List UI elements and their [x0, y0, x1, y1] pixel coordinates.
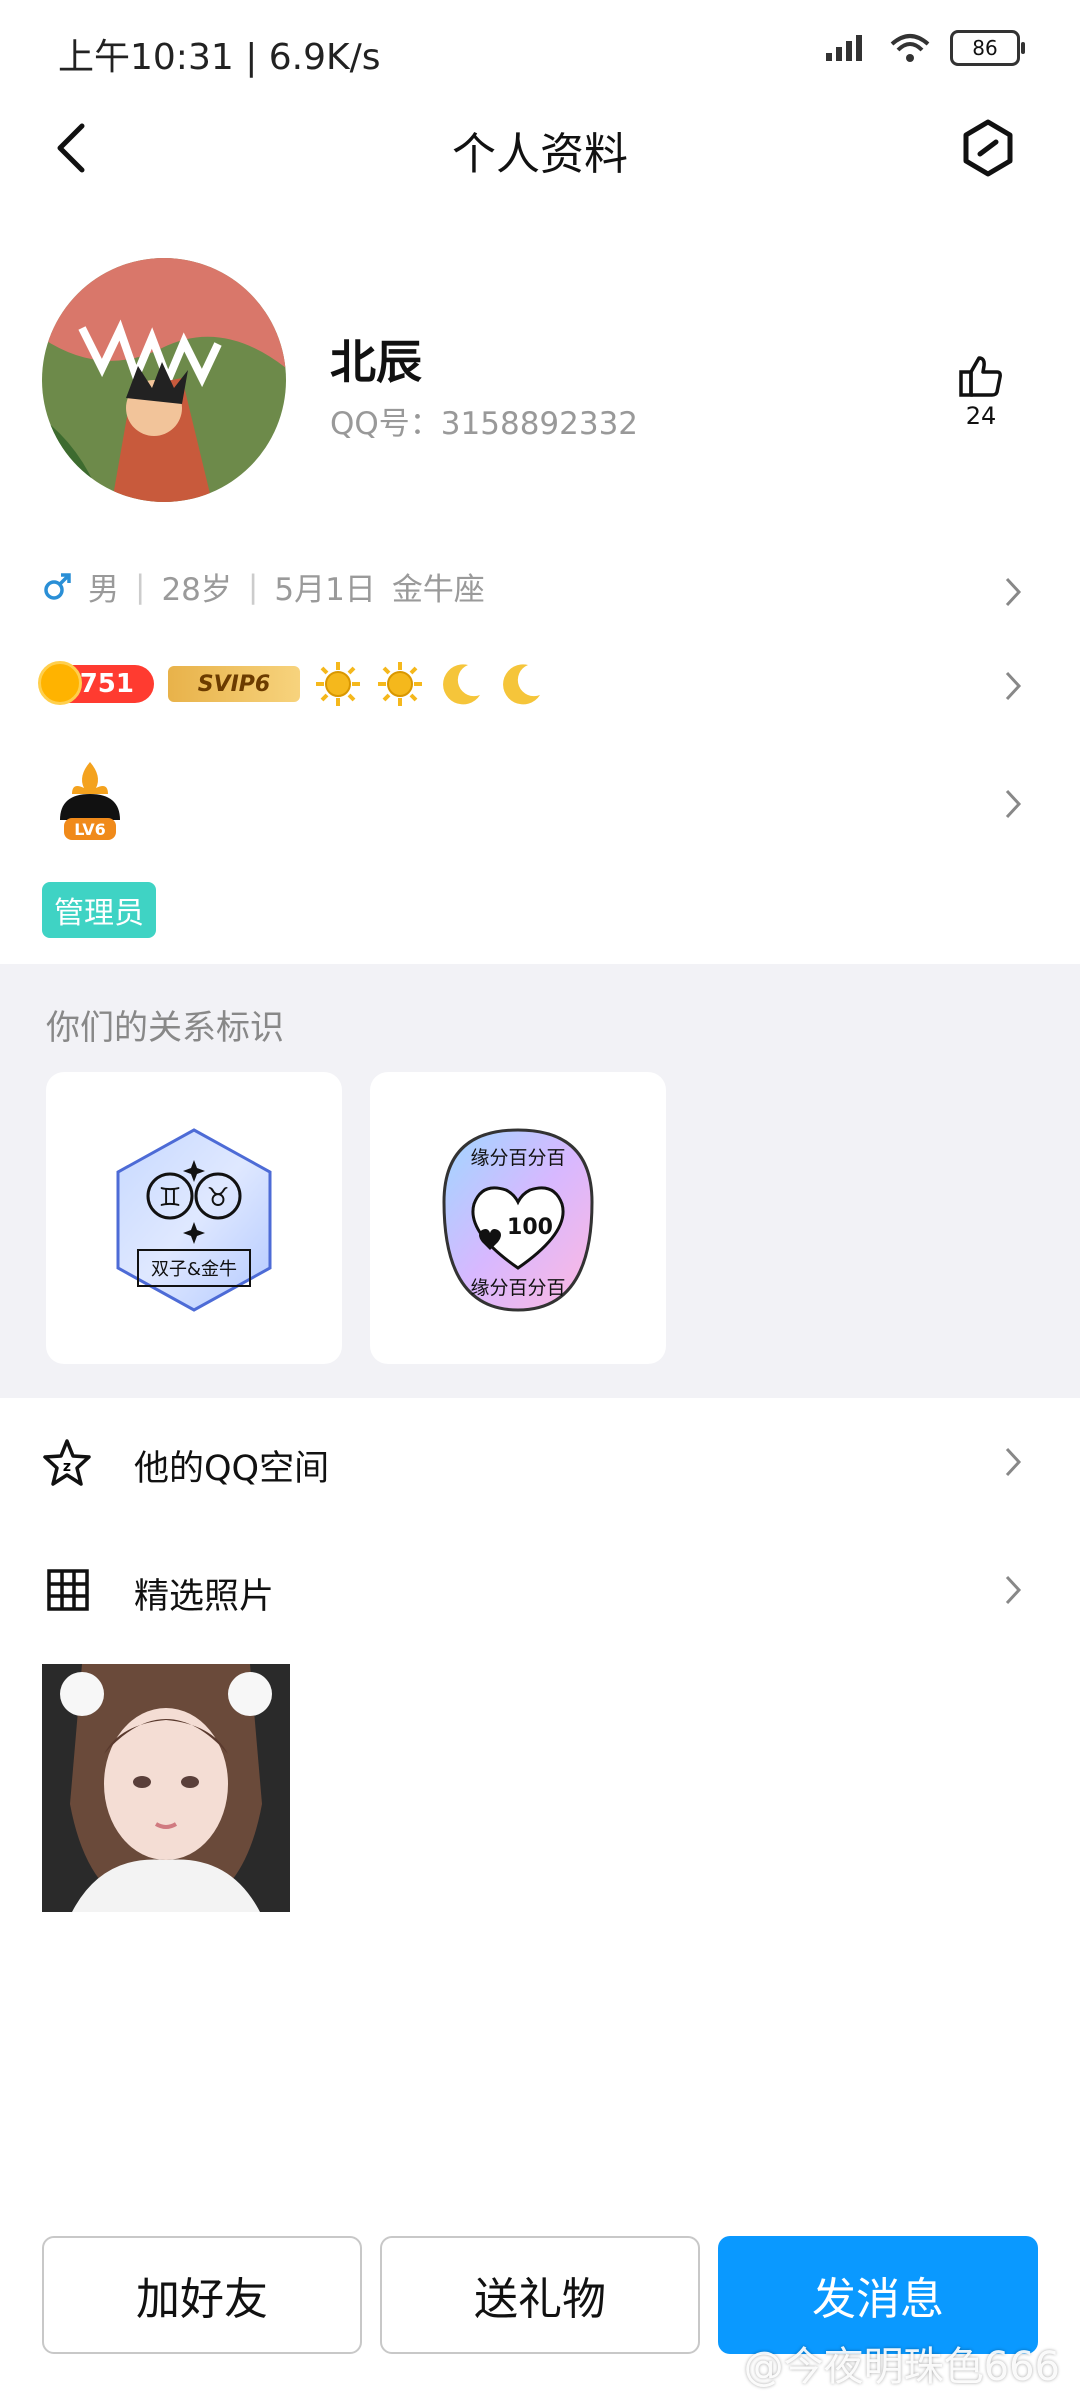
- status-icons: 86: [824, 30, 1025, 66]
- divider: |: [135, 568, 146, 605]
- svg-text:♉: ♉: [206, 1183, 229, 1213]
- photos-label: 精选照片: [134, 1577, 275, 1617]
- admin-tag: 管理员: [42, 882, 156, 938]
- coin-level-badge: 751: [38, 661, 154, 705]
- grid-icon: [47, 1569, 89, 1611]
- qzone-label: 他的QQ空间: [134, 1449, 330, 1489]
- gender: 男: [88, 572, 119, 608]
- wifi-icon: [890, 34, 930, 62]
- status-time: 上午10:31 | 6.9K/s: [58, 37, 381, 78]
- avatar[interactable]: [42, 258, 286, 502]
- featured-photo[interactable]: [42, 1664, 290, 1912]
- lv-label: LV6: [74, 820, 106, 839]
- badges-row[interactable]: 751 SVIP6: [38, 660, 544, 708]
- settings-button[interactable]: [958, 118, 1018, 178]
- coin-icon: [38, 661, 82, 705]
- add-friend-button[interactable]: 加好友: [42, 2236, 362, 2354]
- nickname: 北辰: [330, 335, 422, 389]
- basic-info-row[interactable]: 男 | 28岁 | 5月1日 金牛座: [42, 564, 485, 609]
- zodiac-pair-label: 双子&金牛: [151, 1259, 237, 1280]
- fate-score: 100: [507, 1215, 553, 1240]
- chevron-right-icon: [1005, 1575, 1022, 1605]
- fate-label-top: 缘分百分百: [470, 1147, 565, 1169]
- chevron-right-icon: [1005, 1447, 1022, 1477]
- fate-heart-icon: 缘分百分百 100 缘分百分百: [442, 1128, 594, 1312]
- battery-level: 86: [972, 36, 998, 60]
- qq-number: QQ号：3158892332: [330, 406, 639, 442]
- battery-indicator: 86: [950, 30, 1025, 66]
- photo-image: [42, 1664, 290, 1912]
- zodiac: 金牛座: [391, 572, 485, 608]
- crown-level-icon: LV6: [60, 762, 120, 840]
- moon-icon: [503, 664, 540, 705]
- coin-level: 751: [79, 669, 134, 699]
- svg-text:z: z: [63, 1459, 71, 1475]
- send-gift-button[interactable]: 送礼物: [380, 2236, 700, 2354]
- svip-badge: SVIP6: [168, 666, 300, 702]
- page-title: 个人资料: [452, 129, 628, 180]
- chevron-right-icon: [1005, 577, 1022, 607]
- divider: |: [247, 568, 259, 605]
- signal-icon: [826, 35, 862, 61]
- fate-label-bottom: 缘分百分百: [470, 1277, 565, 1299]
- thumbs-up-icon: [959, 356, 1002, 397]
- svg-text:♊: ♊: [158, 1183, 181, 1213]
- moon-icon: [443, 664, 480, 705]
- chevron-right-icon: [1005, 789, 1022, 819]
- relation-card-zodiac[interactable]: ♊ ♉ 双子&金牛: [46, 1072, 342, 1364]
- photos-row[interactable]: 精选照片: [0, 1526, 1080, 1654]
- sun-icon: [316, 662, 360, 706]
- avatar-image: [42, 258, 286, 502]
- age: 28岁: [161, 572, 232, 608]
- level-badge[interactable]: LV6: [52, 760, 128, 850]
- zodiac-hexagon-icon: ♊ ♉ 双子&金牛: [116, 1128, 272, 1312]
- chevron-right-icon: [1005, 671, 1022, 701]
- relation-title: 你们的关系标识: [46, 1008, 284, 1048]
- birthday: 5月1日: [274, 572, 376, 608]
- relation-card-fate[interactable]: 缘分百分百 100 缘分百分百: [370, 1072, 666, 1364]
- sun-icon: [378, 662, 422, 706]
- like-button[interactable]: 24: [946, 352, 1016, 430]
- watermark: @今夜明珠色666: [743, 2344, 1060, 2390]
- like-count: 24: [965, 402, 997, 430]
- hexagon-settings-icon: [963, 119, 1013, 177]
- male-icon: [44, 572, 71, 600]
- qzone-row[interactable]: z 他的QQ空间: [0, 1398, 1080, 1526]
- star-icon: z: [43, 1439, 91, 1486]
